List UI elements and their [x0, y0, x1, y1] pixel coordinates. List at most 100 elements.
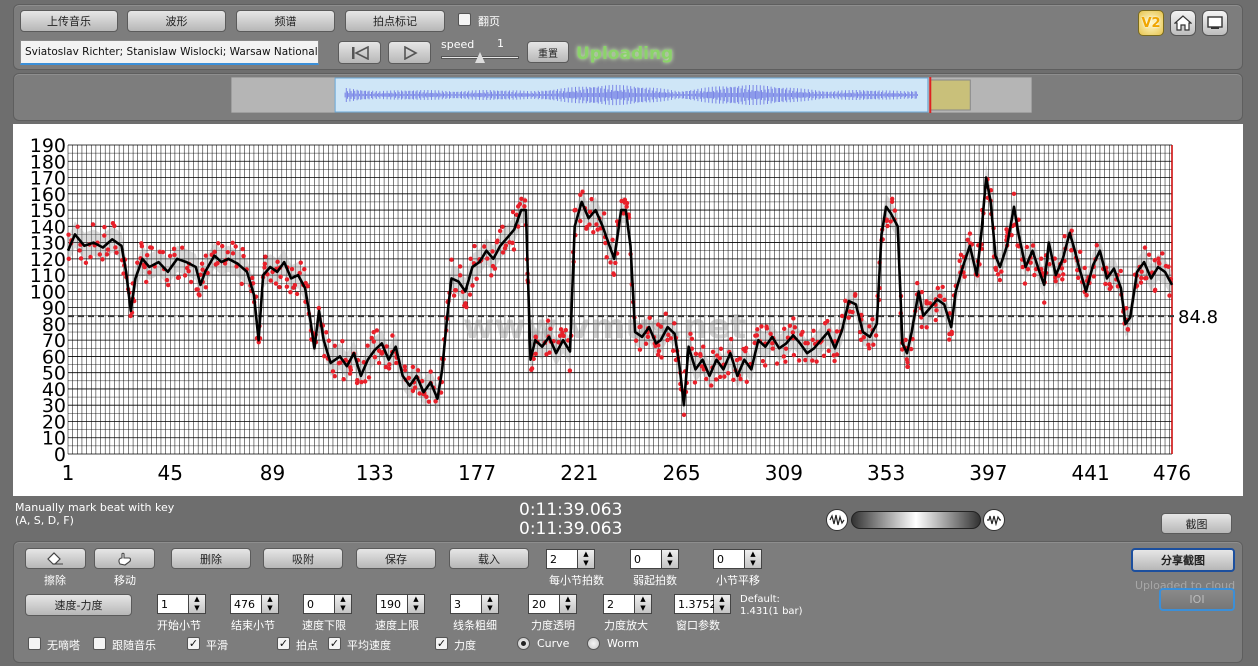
dyn-opacity-value[interactable]: 20: [528, 594, 560, 614]
v2-badge[interactable]: V2: [1138, 10, 1164, 36]
stepper-arrows[interactable]: ▲ ▼: [578, 549, 595, 569]
stepper-arrows[interactable]: ▲ ▼: [335, 594, 352, 614]
upload-music-button[interactable]: 上传音乐: [20, 10, 118, 32]
tap-mark-button[interactable]: 拍点标记: [345, 10, 445, 32]
move-button[interactable]: [94, 548, 155, 569]
overview-viewport[interactable]: [929, 79, 971, 111]
waveform-overview[interactable]: [231, 77, 1032, 113]
tempo-min-stepper[interactable]: 0 ▲ ▼: [303, 594, 352, 614]
erase-button[interactable]: [25, 548, 86, 569]
share-screenshot-button[interactable]: 分享截图: [1131, 548, 1235, 572]
beat-point: [1125, 326, 1130, 332]
beat-point: [529, 366, 535, 371]
start-bar-value[interactable]: 1: [157, 594, 189, 614]
window-param-value[interactable]: 1.3752: [674, 594, 717, 614]
save-button[interactable]: 保存: [356, 548, 436, 569]
dynamics-slider[interactable]: [826, 509, 1005, 531]
beat-point: [1077, 249, 1083, 255]
beat-point: [1103, 281, 1108, 287]
beat-point: [167, 253, 173, 259]
line-width-value[interactable]: 3: [450, 594, 482, 614]
dyn-zoom-value[interactable]: 2: [603, 594, 635, 614]
no-beep-checkbox[interactable]: [28, 637, 41, 650]
beat-point: [814, 359, 819, 364]
worm-radio[interactable]: [587, 637, 600, 650]
time-display-secondary: 0:11:39.063: [519, 519, 623, 539]
beat-point: [933, 317, 939, 323]
bar-shift-value[interactable]: 0: [713, 549, 745, 569]
screenshot-button[interactable]: 截图: [1161, 513, 1232, 534]
beat-point: [547, 350, 552, 355]
beat-point: [485, 256, 490, 261]
speed-slider-thumb[interactable]: [475, 52, 485, 63]
stepper-arrows[interactable]: ▲ ▼: [482, 594, 499, 614]
waveform-button[interactable]: 波形: [127, 10, 226, 32]
beat-point: [410, 364, 416, 370]
beat-point: [519, 196, 524, 202]
beat-point: [805, 341, 810, 346]
page-turn-checkbox[interactable]: [458, 13, 471, 26]
avg-tempo-checkbox[interactable]: ✓: [328, 637, 341, 650]
delete-button[interactable]: 删除: [171, 548, 251, 569]
stepper-arrows[interactable]: ▲ ▼: [189, 594, 206, 614]
beat-point: [90, 222, 96, 227]
absorb-button[interactable]: 吸附: [263, 548, 343, 569]
avg-tempo-label: 平均速度: [347, 639, 391, 652]
stepper-arrows[interactable]: ▲ ▼: [714, 594, 731, 614]
pickup-stepper[interactable]: 0 ▲ ▼: [630, 549, 679, 569]
window-param-stepper[interactable]: 1.3752 ▲ ▼: [674, 594, 731, 614]
skip-to-start-button[interactable]: [338, 41, 381, 64]
tempo-chart[interactable]: www.vmus.net0102030405060708090100110120…: [13, 124, 1243, 496]
dynamics-checkbox[interactable]: ✓: [435, 637, 448, 650]
line-width-stepper[interactable]: 3 ▲ ▼: [450, 594, 499, 614]
stepper-arrows[interactable]: ▲ ▼: [635, 594, 652, 614]
beat-point: [489, 273, 494, 278]
x-tick-label: 221: [560, 461, 598, 485]
pickup-value[interactable]: 0: [630, 549, 662, 569]
tempo-min-value[interactable]: 0: [303, 594, 335, 614]
beats-per-bar-stepper[interactable]: 2 ▲ ▼: [546, 549, 595, 569]
beat-point: [464, 304, 469, 310]
beat-point: [760, 358, 766, 364]
play-button[interactable]: [388, 41, 431, 64]
speed-slider[interactable]: [441, 52, 519, 64]
stepper-arrows[interactable]: ▲ ▼: [560, 594, 577, 614]
load-button[interactable]: 载入: [449, 548, 529, 569]
follow-music-checkbox[interactable]: [93, 637, 106, 650]
reset-button[interactable]: 重置: [527, 41, 569, 63]
ioi-button[interactable]: IOI: [1159, 588, 1235, 611]
track-title-field[interactable]: Sviatoslav Richter; Stanislaw Wislocki; …: [20, 40, 319, 65]
tempo-max-value[interactable]: 190: [376, 594, 408, 614]
start-bar-label: 开始小节: [157, 619, 201, 632]
dyn-opacity-stepper[interactable]: 20 ▲ ▼: [528, 594, 577, 614]
stepper-arrows[interactable]: ▲ ▼: [662, 549, 679, 569]
stepper-arrows[interactable]: ▲ ▼: [408, 594, 425, 614]
beat-point: [1156, 256, 1161, 261]
curve-radio[interactable]: [517, 637, 530, 650]
end-bar-stepper[interactable]: 476 ▲ ▼: [230, 594, 279, 614]
beat-point: [580, 189, 585, 194]
beat-point: [755, 327, 760, 332]
start-bar-stepper[interactable]: 1 ▲ ▼: [157, 594, 206, 614]
beat-point: [220, 243, 225, 249]
tempo-dynamics-button[interactable]: 速度-力度: [25, 594, 132, 616]
bar-shift-stepper[interactable]: 0 ▲ ▼: [713, 549, 762, 569]
home-button[interactable]: [1170, 10, 1196, 36]
tempo-max-stepper[interactable]: 190 ▲ ▼: [376, 594, 425, 614]
end-bar-value[interactable]: 476: [230, 594, 262, 614]
move-hand-icon: [117, 552, 131, 566]
stepper-arrows[interactable]: ▲ ▼: [262, 594, 279, 614]
beat-point: [774, 361, 780, 366]
spectrum-button[interactable]: 频谱: [236, 10, 335, 32]
beat-points-checkbox[interactable]: ✓: [277, 637, 290, 650]
fullscreen-button[interactable]: [1202, 10, 1228, 36]
beat-point: [791, 316, 796, 321]
beat-point: [914, 280, 920, 286]
beat-point: [402, 367, 408, 373]
stepper-arrows[interactable]: ▲ ▼: [745, 549, 762, 569]
beats-per-bar-value[interactable]: 2: [546, 549, 578, 569]
beat-point: [834, 352, 840, 357]
smooth-checkbox[interactable]: ✓: [187, 637, 200, 650]
dyn-zoom-stepper[interactable]: 2 ▲ ▼: [603, 594, 652, 614]
beat-point: [135, 260, 140, 265]
